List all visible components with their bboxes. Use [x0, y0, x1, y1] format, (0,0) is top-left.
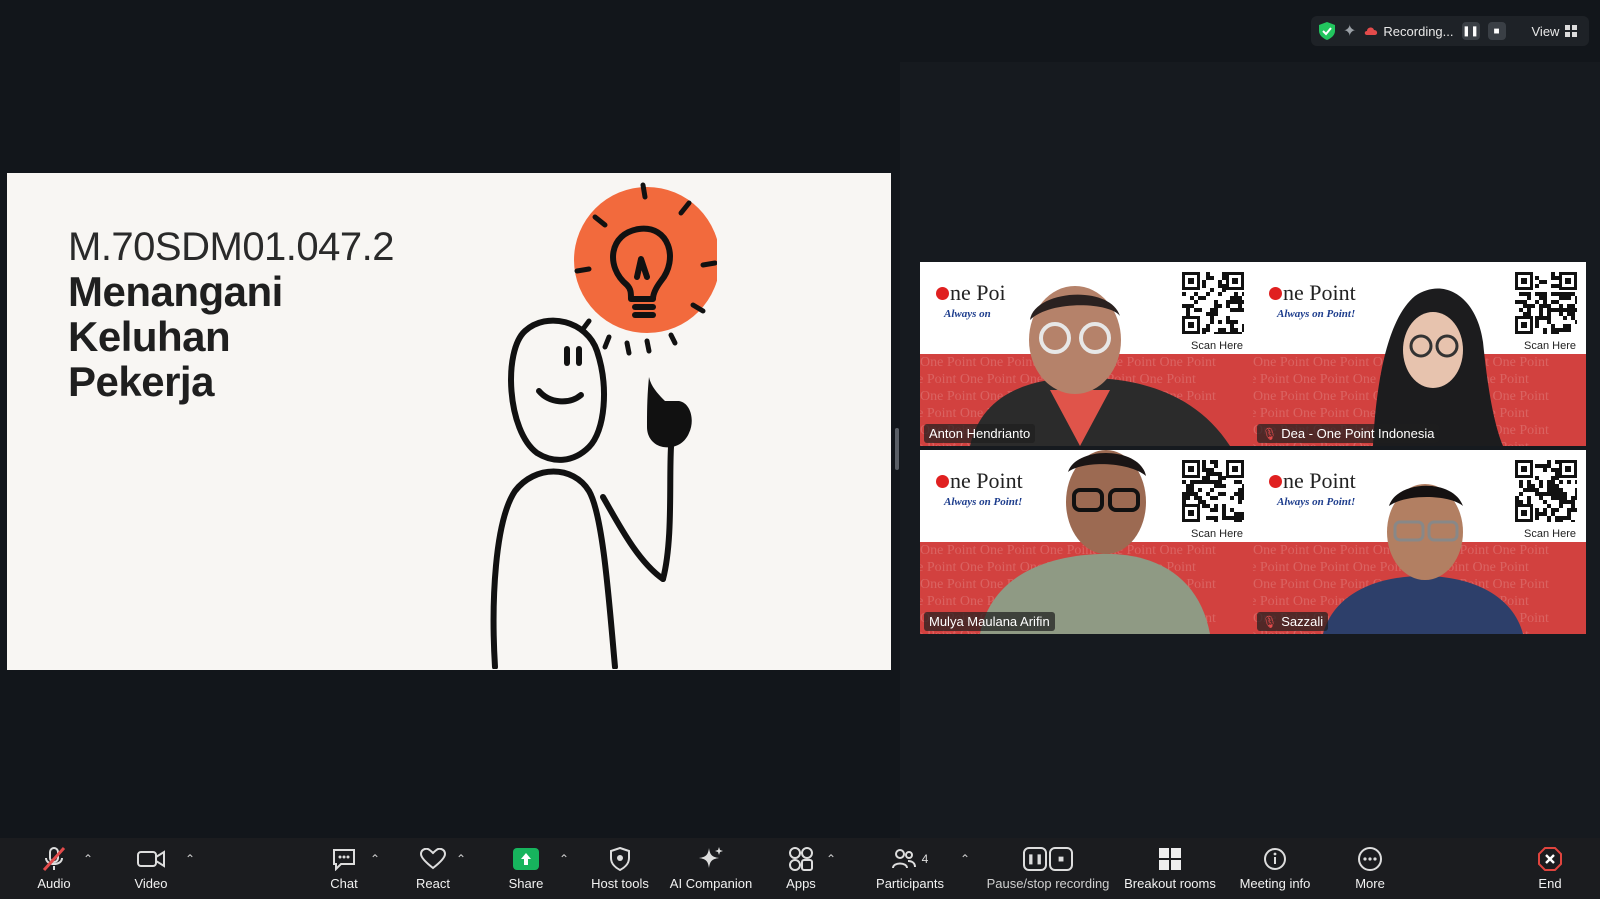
react-button[interactable]: React: [413, 838, 453, 899]
ai-sparkle-icon[interactable]: ✦: [1343, 21, 1356, 41]
participant-video-figure: [970, 286, 1230, 446]
share-screen-icon: [513, 848, 539, 870]
chat-label: Chat: [330, 876, 358, 891]
participant-name-tag: Anton Hendrianto: [924, 424, 1036, 443]
ai-companion-label: AI Companion: [669, 876, 753, 891]
ai-sparkle-icon: [699, 847, 723, 868]
participants-button[interactable]: 4 Participants: [875, 838, 945, 899]
thumbs-up-hand: [647, 377, 692, 448]
meeting-info-button[interactable]: Meeting info: [1238, 838, 1312, 899]
pause-stop-recording-label: Pause/stop recording: [986, 876, 1110, 891]
participant-name-tag: Mulya Maulana Arifin: [924, 612, 1055, 631]
grid-view-icon: [1565, 25, 1578, 37]
meeting-info-label: Meeting info: [1239, 876, 1311, 891]
ai-companion-button[interactable]: AI Companion: [668, 838, 754, 899]
apps-button[interactable]: Apps: [786, 838, 816, 899]
video-label: Video: [134, 876, 168, 891]
security-shield-icon[interactable]: [1319, 22, 1335, 40]
zoom-meeting-window: M.70SDM01.047.2 Menangani Keluhan Pekerj…: [0, 0, 1600, 899]
chat-button[interactable]: Chat: [327, 838, 361, 899]
cloud-recording-icon: [1365, 27, 1378, 35]
participant-name-tag: 🎙 Dea - One Point Indonesia: [1257, 424, 1440, 443]
camera-icon: [137, 850, 165, 868]
presentation-slide: M.70SDM01.047.2 Menangani Keluhan Pekerj…: [7, 173, 891, 670]
recording-status-bar: ✦ Recording... ❚❚ ■ View: [1311, 16, 1589, 46]
participant-video-figure: [980, 450, 1210, 634]
split-view-resize-handle[interactable]: [895, 428, 899, 470]
audio-label: Audio: [37, 876, 71, 891]
participants-label: Participants: [876, 876, 944, 891]
figure-body: [490, 468, 618, 669]
stop-recording-button[interactable]: ■: [1487, 22, 1506, 40]
share-label: Share: [508, 876, 544, 891]
react-label: React: [416, 876, 450, 891]
end-label: End: [1538, 876, 1562, 891]
video-tile-mulya[interactable]: One Point One Point One Point One Point …: [920, 450, 1253, 634]
scan-here-label: Scan Here: [1524, 340, 1576, 352]
tagline: Always on Point!: [1277, 308, 1356, 320]
more-button[interactable]: More: [1353, 838, 1387, 899]
video-button[interactable]: Video: [133, 838, 169, 899]
shield-icon: [610, 847, 630, 871]
breakout-rooms-button[interactable]: Breakout rooms: [1124, 838, 1216, 899]
pause-recording-button[interactable]: ❚❚: [1461, 22, 1480, 40]
end-call-icon: [1538, 847, 1562, 871]
slide-title: Menangani Keluhan Pekerja: [68, 269, 283, 404]
breakout-rooms-icon: [1159, 848, 1181, 870]
video-options-caret[interactable]: ⌃: [185, 852, 195, 866]
apps-options-caret[interactable]: ⌃: [826, 852, 836, 866]
recording-indicator: Recording...: [1364, 23, 1454, 39]
heart-icon: [420, 848, 446, 870]
participant-name-tag: 🎙 Sazzali: [1257, 612, 1329, 631]
host-tools-label: Host tools: [591, 876, 649, 891]
audio-options-caret[interactable]: ⌃: [83, 852, 93, 866]
participants-icon: [891, 849, 916, 869]
video-tile-sazzali[interactable]: One Point One Point One Point One Point …: [1253, 450, 1586, 634]
apps-label: Apps: [786, 876, 816, 891]
share-options-caret[interactable]: ⌃: [559, 852, 569, 866]
mic-muted-icon: 🎙: [1262, 614, 1278, 629]
audio-button[interactable]: Audio: [36, 838, 72, 899]
react-options-caret[interactable]: ⌃: [456, 852, 466, 866]
stop-icon: ■: [1049, 847, 1073, 871]
participant-video-figure: [1373, 288, 1503, 446]
participants-count: 4: [921, 852, 929, 866]
view-label: View: [1531, 23, 1560, 39]
breakout-rooms-label: Breakout rooms: [1124, 876, 1216, 891]
slide-title-line: Keluhan: [68, 313, 231, 360]
microphone-muted-icon: [42, 846, 66, 872]
pause-stop-recording-button[interactable]: ❚❚ ■ Pause/stop recording: [985, 838, 1111, 899]
apps-icon: [789, 847, 813, 871]
share-button[interactable]: Share: [506, 838, 546, 899]
mic-muted-icon: 🎙: [1262, 426, 1278, 441]
host-tools-button[interactable]: Host tools: [589, 838, 651, 899]
slide-title-line: Menangani: [68, 268, 283, 315]
meeting-toolbar: Audio ⌃ Video ⌃ Chat ⌃ React ⌃ Share ⌃ H…: [0, 838, 1600, 899]
more-label: More: [1355, 876, 1385, 891]
end-meeting-button[interactable]: End: [1534, 838, 1566, 899]
chat-bubble-icon: [333, 849, 355, 871]
idea-illustration: [490, 182, 717, 669]
pause-icon: ❚❚: [1023, 847, 1047, 871]
video-tile-dea[interactable]: One Point One Point One Point One Point …: [1253, 262, 1586, 446]
participants-options-caret[interactable]: ⌃: [960, 852, 970, 866]
qr-code-icon: [1515, 272, 1577, 334]
slide-title-line: Pekerja: [68, 358, 214, 405]
recording-status-text: Recording...: [1383, 23, 1454, 39]
slide-code: M.70SDM01.047.2: [68, 225, 395, 269]
view-button[interactable]: View: [1532, 24, 1578, 39]
video-tile-anton[interactable]: One Point One Point One Point One Point …: [920, 262, 1253, 446]
info-icon: [1264, 848, 1286, 870]
figure-head: [508, 317, 607, 463]
participant-video-figure: [1323, 484, 1523, 634]
one-point-logo: ne Point: [1269, 280, 1356, 306]
chat-options-caret[interactable]: ⌃: [370, 852, 380, 866]
bulb-sun-circle: [574, 187, 717, 333]
more-icon: [1358, 847, 1382, 871]
